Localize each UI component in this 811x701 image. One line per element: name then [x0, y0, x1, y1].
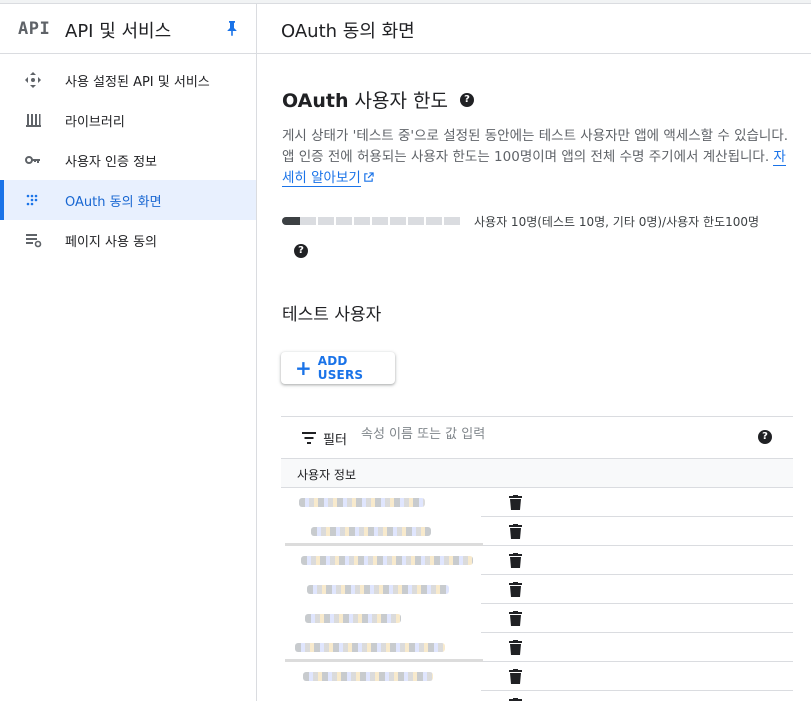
test-users-title: 테스트 사용자 — [282, 305, 382, 325]
diamond-arrows-icon — [25, 72, 41, 88]
sidebar-item-library[interactable]: 라이브러리 — [0, 100, 256, 140]
progress-segment — [318, 217, 334, 225]
add-users-button[interactable]: + ADD USERS — [281, 352, 395, 384]
dots-grid-icon — [26, 194, 38, 206]
user-cap-title: OAuth 사용자 한도 — [282, 86, 448, 113]
sidebar-item-label: OAuth 동의 화면 — [65, 195, 162, 210]
usage-text: 사용자 10명(테스트 10명, 기타 0명)/사용자 한도100명 — [474, 215, 760, 229]
sidebar-nav: 사용 설정된 API 및 서비스 라이브러리 사용자 인증 정보 OAuth 동… — [0, 60, 256, 260]
table-row — [281, 662, 793, 691]
trash-icon[interactable] — [509, 495, 522, 510]
trash-icon[interactable] — [509, 640, 522, 655]
help-icon[interactable]: ? — [758, 430, 772, 444]
filter-input[interactable] — [361, 427, 741, 442]
sidebar-item-label: 사용자 인증 정보 — [65, 155, 157, 170]
table-header: 사용자 정보 — [281, 459, 793, 488]
redacted-email — [301, 556, 473, 565]
table-row — [281, 517, 793, 546]
sidebar-item-label: 페이지 사용 동의 — [65, 235, 157, 250]
description-text: 게시 상태가 '테스트 중'으로 설정된 동안에는 테스트 사용자만 앱에 액세… — [282, 128, 789, 165]
add-users-label: ADD USERS — [317, 354, 364, 382]
redacted-email — [303, 672, 433, 681]
sidebar-header: API API 및 서비스 — [0, 4, 256, 54]
trash-icon[interactable] — [509, 553, 522, 568]
filter-icon[interactable] — [302, 432, 316, 444]
library-icon — [26, 114, 41, 127]
progress-segment — [336, 217, 352, 225]
external-link-icon — [364, 172, 374, 182]
redacted-email — [295, 643, 445, 652]
sidebar-item-oauth-consent[interactable]: OAuth 동의 화면 — [0, 180, 256, 220]
sidebar-item-label: 사용 설정된 API 및 서비스 — [65, 75, 210, 90]
filter-bar: 필터 ? — [281, 417, 793, 459]
redacted-email — [305, 614, 401, 623]
progress-segment — [426, 217, 442, 225]
redacted-email — [299, 498, 425, 507]
progress-segment — [408, 217, 424, 225]
pin-icon[interactable] — [224, 20, 240, 36]
sidebar-item-label: 라이브러리 — [65, 115, 125, 130]
progress-segment — [444, 217, 460, 225]
sidebar-item-credentials[interactable]: 사용자 인증 정보 — [0, 140, 256, 180]
table-row — [281, 691, 793, 701]
trash-icon[interactable] — [509, 611, 522, 626]
progress-segment — [354, 217, 370, 225]
table-row — [281, 604, 793, 633]
progress-segment — [300, 217, 316, 225]
test-users-table: 필터 ? 사용자 정보 — [281, 416, 793, 701]
key-icon — [25, 156, 40, 164]
user-cap-title-bold: OAuth — [282, 90, 349, 112]
user-cap-title-rest: 사용자 한도 — [348, 90, 448, 112]
progress-segment — [372, 217, 388, 225]
sidebar-title: API 및 서비스 — [65, 21, 172, 42]
table-row — [281, 633, 793, 662]
sidebar-item-enabled-apis[interactable]: 사용 설정된 API 및 서비스 — [0, 60, 256, 100]
column-header-user-info: 사용자 정보 — [297, 468, 357, 482]
progress-segment — [390, 217, 406, 225]
user-cap-progress-bar — [282, 217, 460, 225]
main-header: OAuth 동의 화면 — [257, 4, 811, 54]
redacted-email — [307, 585, 449, 594]
api-logo: API — [18, 19, 51, 39]
filter-label: 필터 — [323, 433, 347, 448]
trash-icon[interactable] — [509, 582, 522, 597]
settings-list-icon — [26, 234, 42, 248]
help-icon[interactable]: ? — [294, 244, 308, 258]
progress-fill — [282, 217, 300, 225]
table-row — [281, 546, 793, 575]
table-row — [281, 575, 793, 604]
sidebar-item-page-usage[interactable]: 페이지 사용 동의 — [0, 220, 256, 260]
trash-icon[interactable] — [509, 669, 522, 684]
redacted-email — [311, 527, 431, 536]
table-row — [281, 488, 793, 517]
trash-icon[interactable] — [509, 524, 522, 539]
sidebar: API API 및 서비스 사용 설정된 API 및 서비스 라이브러리 사용자… — [0, 4, 257, 701]
page-title: OAuth 동의 화면 — [281, 21, 415, 42]
plus-icon: + — [295, 356, 312, 380]
help-icon[interactable]: ? — [460, 93, 474, 107]
user-cap-description: 게시 상태가 '테스트 중'으로 설정된 동안에는 테스트 사용자만 앱에 액세… — [282, 126, 792, 189]
